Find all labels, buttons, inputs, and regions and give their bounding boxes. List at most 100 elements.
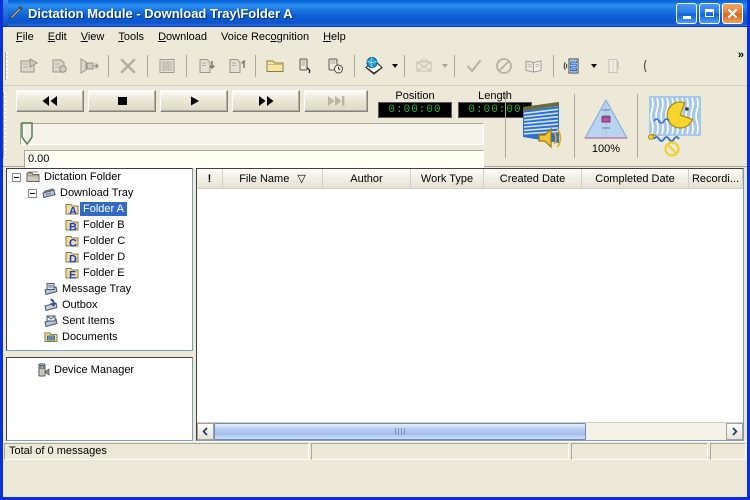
download-in-icon[interactable] [191, 51, 221, 81]
menu-help[interactable]: Help [316, 29, 353, 45]
menu-tools[interactable]: Tools [111, 29, 151, 45]
open-folder-icon[interactable] [260, 51, 290, 81]
tree-node-sent-items[interactable]: Sent Items [7, 313, 192, 329]
svg-text:B: B [69, 222, 77, 234]
tree-node-documents[interactable]: Documents [7, 329, 192, 345]
seek-slider-row [12, 118, 498, 146]
menu-file[interactable]: File [9, 29, 41, 45]
device-clock-icon[interactable] [320, 51, 350, 81]
fast-forward-button[interactable] [232, 90, 300, 112]
message-tray-icon [43, 281, 59, 297]
voice-recognition-dropdown-arrow[interactable] [588, 51, 599, 81]
speed-value: 100% [591, 142, 621, 155]
menu-voice-recognition[interactable]: Voice Recognition [214, 29, 316, 45]
waveform-display[interactable]: 0.00 [24, 150, 484, 168]
shred-icon[interactable] [599, 51, 629, 81]
check-mark-icon[interactable] [459, 51, 489, 81]
voice-recognition-indicator[interactable] [645, 94, 707, 158]
svg-text:A: A [69, 206, 77, 218]
send-mail-icon[interactable] [359, 51, 389, 81]
column-label: Recordi... [691, 172, 740, 185]
svg-text:E: E [69, 270, 76, 282]
documents-icon [43, 329, 59, 345]
transport-left: Position 0:00:00 Length 0:00:00 0.00 [12, 86, 532, 168]
folder-d-icon: D [64, 249, 80, 266]
restore-button[interactable] [699, 2, 720, 24]
tree-node-folder-a[interactable]: A Folder A [7, 201, 192, 218]
tree-node-folder-c[interactable]: C Folder C [7, 233, 192, 250]
toolbar-grip[interactable] [5, 52, 10, 80]
speed-control[interactable]: 100% [582, 98, 630, 155]
transcribe-dropdown-arrow[interactable] [439, 51, 450, 81]
column-author[interactable]: Author [323, 169, 411, 188]
minimize-button[interactable] [676, 2, 697, 24]
title-bar: Dictation Module - Download Tray\Folder … [3, 0, 747, 27]
volume-control[interactable] [513, 99, 567, 153]
column-created-date[interactable]: Created Date [484, 169, 582, 188]
tree-label: Folder A [80, 202, 127, 216]
menu-view[interactable]: View [74, 29, 112, 45]
tree-label: Folder B [83, 219, 125, 231]
stop-button[interactable] [88, 90, 156, 112]
device-tree[interactable]: Device Manager [6, 357, 193, 441]
column-file-name[interactable]: File Name ▽ [223, 169, 323, 188]
expander-collapse-icon[interactable] [12, 172, 21, 182]
folder-tree[interactable]: Dictation Folder Download Tray A Folder … [6, 168, 193, 351]
scrollbar-track[interactable] [214, 423, 726, 440]
column-work-type[interactable]: Work Type [411, 169, 484, 188]
transcribe-icon[interactable] [409, 51, 439, 81]
toolbar-overflow-chevron[interactable]: » [738, 49, 744, 61]
tree-node-message-tray[interactable]: Message Tray [7, 281, 192, 297]
scrollbar-thumb[interactable] [214, 423, 586, 440]
tree-label: Sent Items [62, 315, 115, 327]
tree-node-device-manager[interactable]: Device Manager [7, 362, 192, 378]
menu-edit[interactable]: Edit [41, 29, 74, 45]
main-toolbar: » [3, 47, 747, 86]
expander-collapse-icon[interactable] [28, 188, 37, 198]
delete-icon[interactable] [113, 51, 143, 81]
properties-list-icon[interactable] [152, 51, 182, 81]
tree-node-folder-b[interactable]: B Folder B [7, 217, 192, 234]
dictation-folder-icon [25, 169, 41, 185]
list-body[interactable] [197, 189, 743, 422]
tree-node-dictation-folder[interactable]: Dictation Folder [7, 169, 192, 185]
transport-grip[interactable] [3, 92, 8, 158]
tree-node-folder-e[interactable]: E Folder E [7, 265, 192, 282]
column-label: Work Type [420, 172, 474, 185]
attach-device-icon[interactable] [290, 51, 320, 81]
seek-slider[interactable] [20, 122, 484, 146]
seek-slider-thumb[interactable] [20, 122, 35, 146]
status-message: Total of 0 messages [4, 442, 309, 460]
tree-node-download-tray[interactable]: Download Tray [7, 185, 192, 201]
download-out-icon[interactable] [221, 51, 251, 81]
bracket-icon[interactable] [629, 51, 659, 81]
scroll-left-button[interactable] [197, 423, 214, 440]
waveform-value: 0.00 [28, 153, 50, 165]
voice-recognition-icon[interactable] [558, 51, 588, 81]
column-completed-date[interactable]: Completed Date [582, 169, 689, 188]
message-list-view: ! File Name ▽ Author Work Type Created D… [196, 168, 744, 441]
column-recording[interactable]: Recordi... [689, 169, 743, 188]
tree-node-folder-d[interactable]: D Folder D [7, 249, 192, 266]
record-dictation-icon[interactable] [44, 51, 74, 81]
cancel-icon[interactable] [489, 51, 519, 81]
rewind-dictation-icon[interactable] [74, 51, 104, 81]
tree-label: Folder D [83, 251, 126, 263]
sort-descending-icon: ▽ [297, 173, 306, 185]
play-button[interactable] [160, 90, 228, 112]
play-dictation-icon[interactable] [14, 51, 44, 81]
tree-label: Device Manager [54, 364, 135, 376]
transport-separator [574, 94, 575, 158]
tree-node-outbox[interactable]: Outbox [7, 297, 192, 313]
toolbar-separator [186, 55, 187, 77]
skip-end-button[interactable] [304, 90, 368, 112]
column-priority[interactable]: ! [197, 169, 223, 188]
scroll-right-button[interactable] [726, 423, 743, 440]
horizontal-scrollbar[interactable] [197, 422, 743, 440]
rewind-button[interactable] [16, 90, 84, 112]
address-book-icon[interactable] [519, 51, 549, 81]
window-title: Dictation Module - Download Tray\Folder … [28, 5, 293, 21]
close-button[interactable] [722, 2, 743, 24]
send-mail-dropdown-arrow[interactable] [389, 51, 400, 81]
menu-download[interactable]: Download [151, 29, 214, 45]
